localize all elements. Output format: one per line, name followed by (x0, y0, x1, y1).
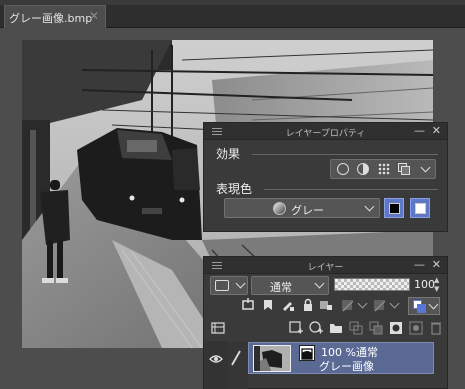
mask-icon[interactable] (340, 297, 356, 313)
layer-property-panel-title: レイヤープロパティ (285, 129, 366, 139)
opacity-slider[interactable] (334, 278, 410, 291)
expression-color-value: グレー (291, 204, 324, 217)
document-tab[interactable]: グレー画像.bmp ✕ (4, 5, 106, 28)
layer-panel-title: レイヤー (307, 263, 344, 273)
color-swatch-white[interactable] (410, 198, 430, 218)
layer-thumbnail (253, 345, 291, 372)
layer-toolbar-row-2 (204, 319, 449, 339)
palette-color-dropdown[interactable] (210, 276, 248, 295)
draft-layer-icon[interactable] (280, 297, 296, 313)
close-icon[interactable]: ✕ (432, 125, 441, 137)
pen-edit-icon[interactable] (229, 349, 243, 367)
layer-property-panel: レイヤープロパティ — ✕ 効果 表現色 グレー (203, 122, 448, 232)
layer-color-icon[interactable] (398, 163, 410, 175)
minimize-icon[interactable]: — (414, 125, 425, 137)
chevron-down-icon (364, 201, 375, 212)
effect-label: 効果 (216, 147, 241, 161)
chevron-down-icon[interactable] (420, 162, 431, 173)
halftone-icon[interactable] (378, 163, 390, 175)
layer-property-panel-header[interactable]: レイヤープロパティ — ✕ (204, 123, 447, 140)
border-effect-icon[interactable] (337, 163, 349, 175)
expression-color-dropdown[interactable]: グレー (224, 198, 380, 218)
blend-mode-value: 通常 (270, 281, 292, 294)
new-raster-layer-icon[interactable] (288, 320, 304, 336)
gray-color-icon (273, 202, 286, 215)
chevron-down-icon[interactable] (357, 298, 368, 309)
minimize-icon[interactable]: — (414, 259, 425, 271)
delete-layer-icon[interactable] (428, 320, 444, 336)
new-vector-layer-icon[interactable] (308, 320, 324, 336)
mask-apply-icon[interactable] (408, 320, 424, 336)
apply-mask-icon[interactable] (372, 297, 388, 313)
eye-icon[interactable] (209, 351, 223, 365)
opacity-value[interactable]: 100 (414, 278, 435, 291)
raster-layer-icon (299, 345, 315, 361)
tone-effect-icon[interactable] (357, 163, 369, 175)
lock-transparency-icon[interactable] (318, 297, 334, 313)
layer-name: グレー画像 (319, 360, 374, 373)
layer-list-icon[interactable] (210, 320, 226, 336)
new-folder-icon[interactable] (328, 320, 344, 336)
expression-color-divider (264, 189, 438, 190)
chevron-down-icon (428, 299, 439, 310)
blend-mode-dropdown[interactable]: 通常 (251, 276, 329, 295)
layer-row-gray-image[interactable]: 100 %通常 グレー画像 (248, 342, 434, 374)
reference-layer-icon[interactable] (260, 297, 276, 313)
opacity-stepper-up-icon[interactable]: ▲ (434, 276, 439, 284)
close-icon[interactable]: ✕ (89, 9, 99, 23)
close-icon[interactable]: ✕ (432, 259, 441, 271)
layer-panel-header[interactable]: レイヤー — ✕ (204, 257, 447, 274)
lock-layer-icon[interactable] (300, 297, 316, 313)
chevron-down-icon[interactable] (389, 298, 400, 309)
effect-buttons-group (330, 159, 436, 179)
effect-divider (252, 154, 438, 155)
layer-color-button[interactable] (408, 297, 440, 315)
document-tab-title: グレー画像.bmp (9, 12, 93, 25)
opacity-stepper-down-icon[interactable]: ▼ (434, 285, 439, 293)
document-tab-bar: グレー画像.bmp ✕ (0, 0, 465, 28)
combine-lower-icon[interactable] (368, 320, 384, 336)
layer-toolbar-row-1 (204, 297, 449, 317)
chevron-down-icon (314, 278, 325, 289)
clip-lower-layer-icon[interactable] (240, 297, 256, 313)
color-swatch-black[interactable] (384, 198, 404, 218)
app-window: グレー画像.bmp ✕ レイヤープロパティ — ✕ 効果 表現色 グレー レイヤ… (0, 0, 465, 389)
chevron-down-icon (235, 278, 246, 289)
expression-color-label: 表現色 (216, 182, 253, 196)
palette-color-icon (215, 280, 229, 291)
mask-create-icon[interactable] (388, 320, 404, 336)
transfer-lower-icon[interactable] (348, 320, 364, 336)
